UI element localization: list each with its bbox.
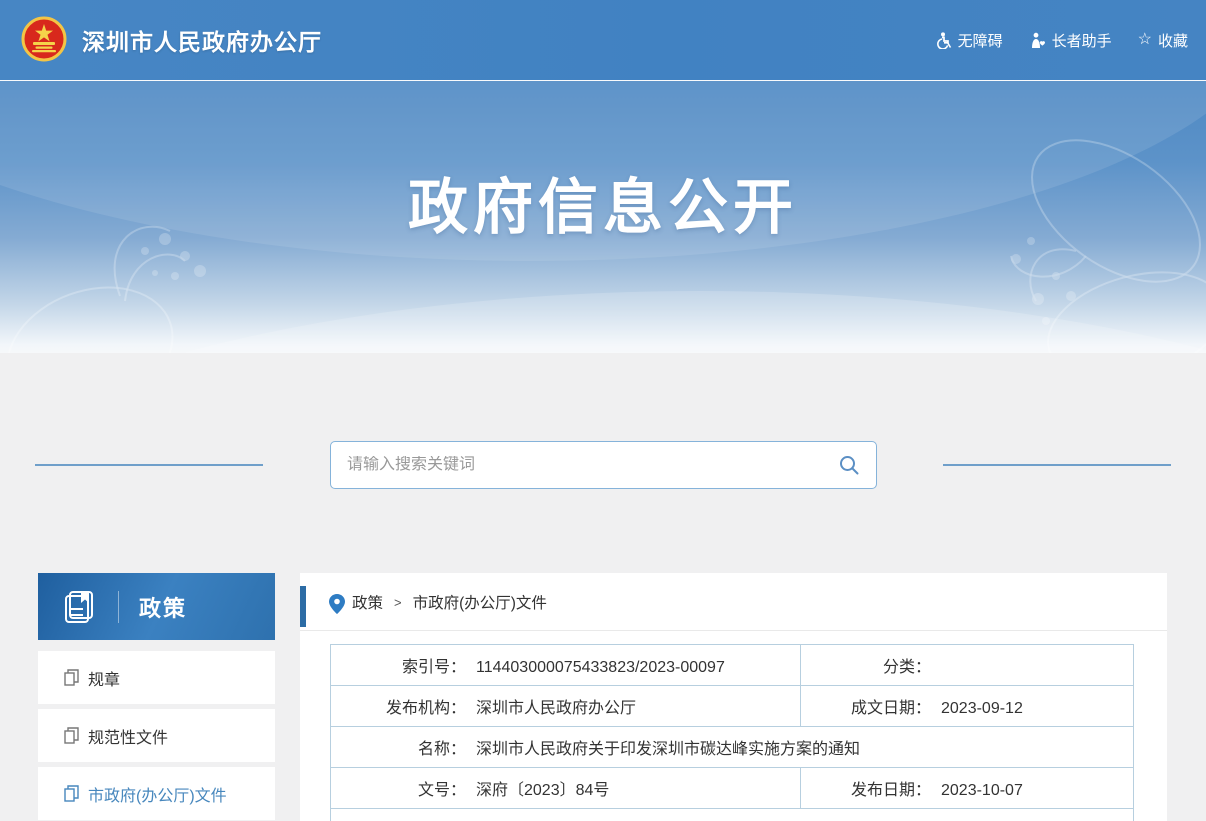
sidebar-item-label: 市政府(办公厅)文件 — [88, 782, 227, 806]
index-number-label: 索引号： — [331, 653, 466, 677]
partial-row-cell — [331, 809, 1134, 821]
sidebar-item-regulations[interactable]: 规章 — [38, 651, 275, 704]
accessibility-link[interactable]: 无障碍 — [935, 30, 1003, 51]
issuing-agency-cell: 发布机构： 深圳市人民政府办公厅 — [331, 686, 801, 727]
issuing-agency-label: 发布机构： — [331, 694, 466, 718]
elder-assistant-icon — [1029, 32, 1046, 49]
sidebar-header: 政策 — [38, 573, 275, 640]
document-info-table: 索引号： 114403000075433823/2023-00097 分类： 发布… — [330, 644, 1134, 821]
table-row: 索引号： 114403000075433823/2023-00097 分类： — [331, 645, 1134, 686]
table-row: 发布机构： 深圳市人民政府办公厅 成文日期： 2023-09-12 — [331, 686, 1134, 727]
breadcrumb: 政策 > 市政府(办公厅)文件 — [300, 573, 1167, 631]
star-icon: ☆ — [1138, 32, 1152, 48]
document-name-cell: 名称： 深圳市人民政府关于印发深圳市碳达峰实施方案的通知 — [331, 727, 1134, 768]
top-links: 无障碍 长者助手 ☆ 收藏 — [935, 30, 1188, 51]
decorative-rule-left — [35, 464, 263, 466]
category-label: 分类： — [801, 653, 931, 677]
publish-date-cell: 发布日期： 2023-10-07 — [801, 768, 1134, 809]
publish-date-label: 发布日期： — [801, 776, 931, 800]
written-date-cell: 成文日期： 2023-09-12 — [801, 686, 1134, 727]
document-icon — [64, 785, 79, 802]
written-date-value: 2023-09-12 — [941, 700, 1023, 717]
favorite-label: 收藏 — [1158, 30, 1188, 51]
breadcrumb-separator: > — [394, 595, 402, 610]
table-row: 文号： 深府〔2023〕84号 发布日期： 2023-10-07 — [331, 768, 1134, 809]
search-icon — [838, 454, 860, 476]
index-number-value: 114403000075433823/2023-00097 — [476, 659, 725, 676]
book-icon — [62, 589, 98, 625]
breadcrumb-root[interactable]: 政策 — [352, 591, 383, 613]
table-row-partial — [331, 809, 1134, 821]
publish-date-value: 2023-10-07 — [941, 782, 1023, 799]
document-number-cell: 文号： 深府〔2023〕84号 — [331, 768, 801, 809]
sidebar-item-normative-documents[interactable]: 规范性文件 — [38, 709, 275, 762]
elder-assistant-label: 长者助手 — [1052, 30, 1112, 51]
written-date-label: 成文日期： — [801, 694, 931, 718]
index-number-cell: 索引号： 114403000075433823/2023-00097 — [331, 645, 801, 686]
category-cell: 分类： — [801, 645, 1134, 686]
document-name-label: 名称： — [331, 735, 466, 759]
document-icon — [64, 727, 79, 744]
favorite-link[interactable]: ☆ 收藏 — [1138, 30, 1188, 51]
breadcrumb-current: 市政府(办公厅)文件 — [413, 591, 547, 613]
main-content-panel: 政策 > 市政府(办公厅)文件 索引号： 114403000075433823/2… — [300, 573, 1167, 821]
issuing-agency-value: 深圳市人民政府办公厅 — [476, 700, 636, 717]
wheelchair-icon — [935, 32, 952, 49]
national-emblem-logo — [20, 16, 68, 64]
page-title: 政府信息公开 — [0, 159, 1206, 246]
document-icon — [64, 669, 79, 686]
document-name-value: 深圳市人民政府关于印发深圳市碳达峰实施方案的通知 — [476, 741, 860, 758]
sidebar-header-divider — [118, 591, 119, 623]
sidebar-item-label: 规范性文件 — [88, 724, 168, 748]
banner: 政府信息公开 — [0, 80, 1206, 353]
breadcrumb-accent-bar — [300, 586, 306, 627]
elder-assistant-link[interactable]: 长者助手 — [1029, 30, 1112, 51]
top-header-bar: 深圳市人民政府办公厅 无障碍 长者助手 ☆ 收藏 — [0, 0, 1206, 80]
document-number-value: 深府〔2023〕84号 — [476, 782, 609, 799]
document-number-label: 文号： — [331, 776, 466, 800]
sidebar-title: 政策 — [139, 591, 187, 623]
search-input[interactable] — [347, 456, 838, 474]
table-row: 名称： 深圳市人民政府关于印发深圳市碳达峰实施方案的通知 — [331, 727, 1134, 768]
location-pin-icon — [329, 594, 345, 614]
decorative-rule-right — [943, 464, 1171, 466]
search-button[interactable] — [838, 454, 860, 476]
sidebar-item-municipal-documents[interactable]: 市政府(办公厅)文件 — [38, 767, 275, 820]
search-box — [330, 441, 877, 489]
sidebar-menu: 规章 规范性文件 市政府(办公厅)文件 — [38, 651, 275, 821]
site-title: 深圳市人民政府办公厅 — [82, 23, 322, 57]
sidebar-item-label: 规章 — [88, 666, 120, 690]
accessibility-label: 无障碍 — [958, 30, 1003, 51]
